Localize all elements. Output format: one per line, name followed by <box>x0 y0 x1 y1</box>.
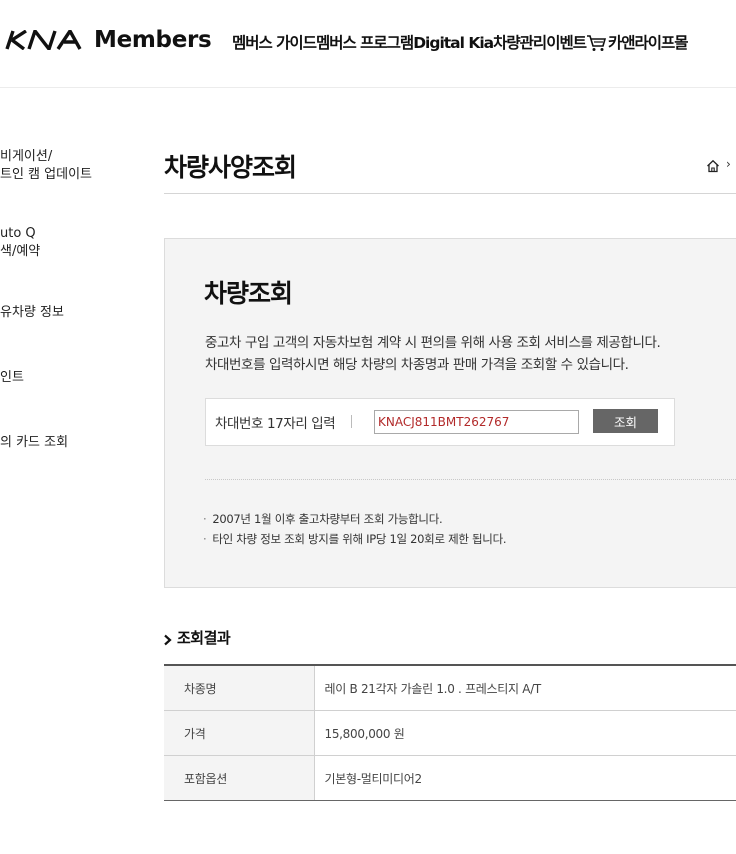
sidebar-item-owned-vehicle[interactable]: 유차량 정보 <box>0 304 64 322</box>
panel-description: 중고차 구입 고객의 자동차보험 계약 시 편의를 위해 사용 조회 서비스를 … <box>205 332 661 376</box>
notice-item: · 2007년 1월 이후 출고차량부터 조회 가능합니다. <box>203 509 506 529</box>
description-line: 차대번호를 입력하시면 해당 차량의 차종명과 판매 가격을 조회할 수 있습니… <box>205 357 629 373</box>
nav-item-vehicle[interactable]: 차량관리 <box>493 31 547 53</box>
row-value: 기본형-멀티미디어2 <box>314 755 736 801</box>
row-label: 차종명 <box>164 665 315 711</box>
sidebar-item-label: 유차량 정보 <box>0 305 64 320</box>
table-row: 차종명 레이 B 21각자 가솔린 1.0 . 프레스티지 A/T <box>164 665 736 711</box>
sidebar-item-label: 비게이션/ <box>0 149 53 164</box>
sidebar-item-label: 트인 캠 업데이트 <box>0 167 92 182</box>
notice-text: 타인 차량 정보 조회 방지를 위해 IP당 1일 20회로 제한 됩니다. <box>212 532 507 546</box>
sidebar-item-auto-q[interactable]: uto Q 색/예약 <box>0 225 40 261</box>
vin-divider <box>351 415 352 428</box>
breadcrumb-separator: › <box>726 157 731 171</box>
sidebar-item-point[interactable]: 인트 <box>0 369 24 387</box>
row-value: 레이 B 21각자 가솔린 1.0 . 프레스티지 A/T <box>314 665 736 711</box>
sidebar-item-label: 인트 <box>0 370 24 385</box>
page-title: 차량사양조회 <box>164 153 297 182</box>
sidebar-item-card-lookup[interactable]: 의 카드 조회 <box>0 434 68 452</box>
notice-list: · 2007년 1월 이후 출고차량부터 조회 가능합니다. · 타인 차량 정보 … <box>203 509 507 549</box>
chevron-right-icon <box>164 634 172 646</box>
vin-label: 차대번호 17자리 입력 <box>215 416 336 432</box>
search-button[interactable]: 조회 <box>593 409 658 433</box>
table-row: 포함옵션 기본형-멀티미디어2 <box>164 755 736 801</box>
dotted-divider <box>205 479 736 480</box>
sidebar-item-navigation-update[interactable]: 비게이션/ 트인 캠 업데이트 <box>0 148 92 184</box>
panel-title: 차량조회 <box>204 279 293 308</box>
sidebar-item-label: 색/예약 <box>0 244 41 259</box>
sidebar-item-label: uto Q <box>0 226 36 241</box>
bullet: · <box>203 512 207 526</box>
sidebar-item-label: 의 카드 조회 <box>0 435 69 450</box>
title-divider <box>164 193 736 194</box>
main-nav: 멤버스 가이드멤버스 프로그램Digital Kia차량관리이벤트 카앤라이프몰 <box>232 31 689 53</box>
bullet: · <box>203 532 207 546</box>
description-line: 중고차 구입 고객의 자동차보험 계약 시 편의를 위해 사용 조회 서비스를 … <box>205 335 661 351</box>
result-table: 차종명 레이 B 21각자 가솔린 1.0 . 프레스티지 A/T 가격 15,… <box>164 664 736 801</box>
row-label: 포함옵션 <box>164 755 315 801</box>
nav-item-event[interactable]: 이벤트 <box>546 31 587 53</box>
nav-item-carlife-mall[interactable]: 카앤라이프몰 <box>608 31 689 53</box>
row-label: 가격 <box>164 710 315 756</box>
vin-input[interactable] <box>374 410 579 434</box>
home-icon[interactable] <box>706 159 720 173</box>
cart-icon[interactable] <box>586 34 606 52</box>
table-row: 가격 15,800,000 원 <box>164 710 736 756</box>
row-value: 15,800,000 원 <box>314 710 736 756</box>
notice-text: 2007년 1월 이후 출고차량부터 조회 가능합니다. <box>212 512 443 526</box>
nav-item-digital-kia[interactable]: Digital Kia <box>413 34 494 52</box>
sidebar: 비게이션/ 트인 캠 업데이트 uto Q 색/예약 유차량 정보 인트 의 카… <box>0 0 150 854</box>
result-title: 조회결과 <box>177 629 231 647</box>
nav-item-guide[interactable]: 멤버스 가이드 <box>232 31 317 53</box>
nav-item-program[interactable]: 멤버스 프로그램 <box>316 31 414 53</box>
notice-item: · 타인 차량 정보 조회 방지를 위해 IP당 1일 20회로 제한 됩니다. <box>203 529 507 549</box>
